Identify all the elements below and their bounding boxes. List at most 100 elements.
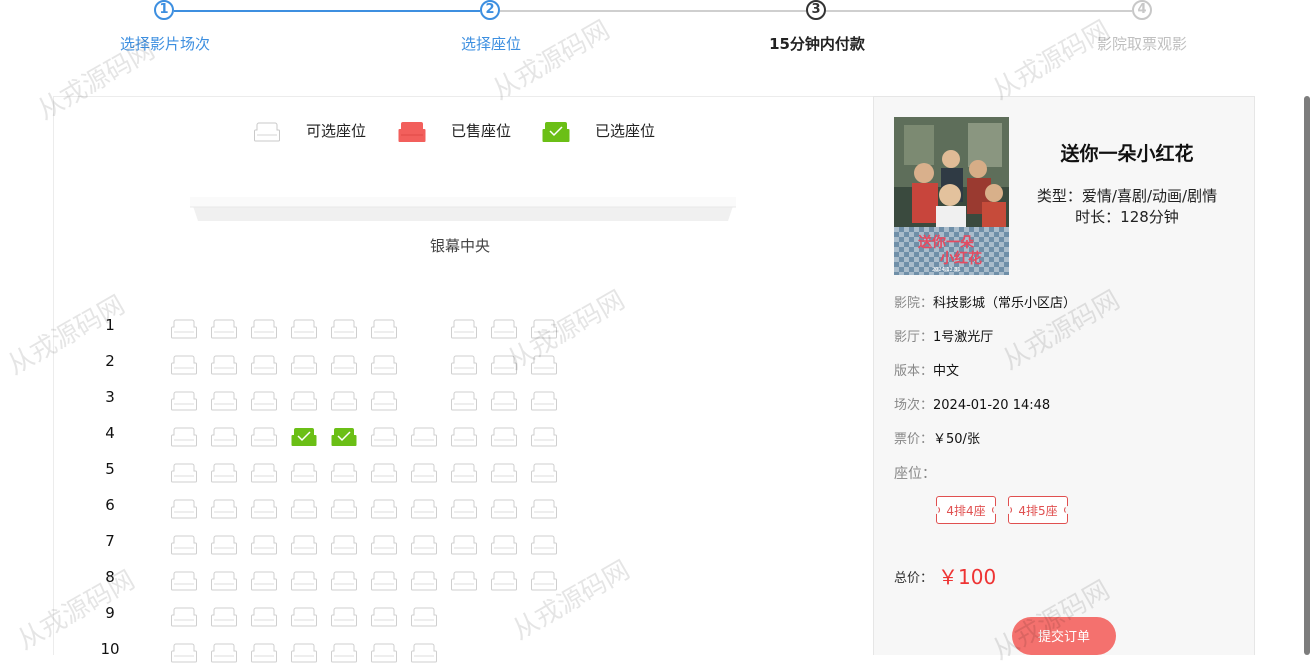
seat-available[interactable] xyxy=(411,606,437,628)
seat-available[interactable] xyxy=(371,534,397,556)
seat-available[interactable] xyxy=(411,534,437,556)
seat-available[interactable] xyxy=(171,606,197,628)
seat-available[interactable] xyxy=(491,570,517,592)
seat-available[interactable] xyxy=(451,534,477,556)
seat-available[interactable] xyxy=(331,498,357,520)
seat-available[interactable] xyxy=(491,498,517,520)
seat-available[interactable] xyxy=(291,534,317,556)
seat-available[interactable] xyxy=(171,642,197,664)
seat-available[interactable] xyxy=(491,390,517,412)
seat-available[interactable] xyxy=(251,462,277,484)
row-label: 8 xyxy=(105,568,115,586)
seat-available[interactable] xyxy=(211,390,237,412)
seat-available[interactable] xyxy=(531,498,557,520)
seat-available[interactable] xyxy=(251,570,277,592)
seat-available[interactable] xyxy=(331,390,357,412)
seat-available[interactable] xyxy=(331,462,357,484)
seat-available[interactable] xyxy=(411,462,437,484)
seat-available[interactable] xyxy=(491,318,517,340)
seat-available[interactable] xyxy=(531,462,557,484)
seat-available[interactable] xyxy=(451,426,477,448)
seat-available[interactable] xyxy=(211,642,237,664)
seat-available[interactable] xyxy=(451,570,477,592)
seat-available[interactable] xyxy=(411,570,437,592)
seat-available[interactable] xyxy=(491,462,517,484)
seat-available[interactable] xyxy=(171,498,197,520)
seat-available[interactable] xyxy=(411,498,437,520)
seat-available[interactable] xyxy=(531,318,557,340)
seat-available[interactable] xyxy=(531,354,557,376)
seat-available[interactable] xyxy=(171,426,197,448)
seat-available[interactable] xyxy=(531,426,557,448)
seat-available[interactable] xyxy=(291,462,317,484)
seat-available[interactable] xyxy=(291,498,317,520)
seat-available[interactable] xyxy=(371,318,397,340)
seat-available[interactable] xyxy=(371,390,397,412)
seat-available[interactable] xyxy=(171,570,197,592)
seat-available[interactable] xyxy=(211,426,237,448)
legend-selected: 已选座位 xyxy=(542,120,655,142)
seat-available[interactable] xyxy=(451,498,477,520)
seat-available[interactable] xyxy=(291,390,317,412)
seat-available[interactable] xyxy=(211,462,237,484)
seat-available[interactable] xyxy=(531,390,557,412)
scrollbar-thumb[interactable] xyxy=(1304,96,1310,655)
seat-available[interactable] xyxy=(451,318,477,340)
seat-available[interactable] xyxy=(251,534,277,556)
seat-available[interactable] xyxy=(531,534,557,556)
seat-available[interactable] xyxy=(491,354,517,376)
seat-available[interactable] xyxy=(411,426,437,448)
seat-available[interactable] xyxy=(411,642,437,664)
seat-available[interactable] xyxy=(331,642,357,664)
submit-order-button[interactable]: 提交订单 xyxy=(1012,617,1116,655)
seat-available[interactable] xyxy=(171,534,197,556)
seat-available[interactable] xyxy=(211,318,237,340)
seat-selected[interactable] xyxy=(331,426,357,448)
seat-available[interactable] xyxy=(251,354,277,376)
seat-available[interactable] xyxy=(291,354,317,376)
seat-available[interactable] xyxy=(171,354,197,376)
seat-available[interactable] xyxy=(371,354,397,376)
seat-available[interactable] xyxy=(331,318,357,340)
seat-available[interactable] xyxy=(251,318,277,340)
seat-available[interactable] xyxy=(371,498,397,520)
step-3-label: 15分钟内付款 xyxy=(769,35,865,53)
seat-available[interactable] xyxy=(331,534,357,556)
seat-available[interactable] xyxy=(291,606,317,628)
seat-available[interactable] xyxy=(251,390,277,412)
seat-available[interactable] xyxy=(371,570,397,592)
seat-available[interactable] xyxy=(531,570,557,592)
seat-available[interactable] xyxy=(451,462,477,484)
seat-available[interactable] xyxy=(211,354,237,376)
seat-available[interactable] xyxy=(371,462,397,484)
seat-available[interactable] xyxy=(331,606,357,628)
selected-seat-tag[interactable]: 4排4座 xyxy=(932,496,1000,524)
selected-seat-tag[interactable]: 4排5座 xyxy=(1004,496,1072,524)
seat-available[interactable] xyxy=(211,606,237,628)
seat-available[interactable] xyxy=(251,498,277,520)
movie-type: 类型：爱情/喜剧/动画/剧情 xyxy=(1036,187,1218,205)
seat-available[interactable] xyxy=(371,426,397,448)
seat-available[interactable] xyxy=(491,426,517,448)
seat-available[interactable] xyxy=(211,498,237,520)
seat-available[interactable] xyxy=(171,462,197,484)
seat-available[interactable] xyxy=(291,642,317,664)
seat-available[interactable] xyxy=(171,318,197,340)
seat-available[interactable] xyxy=(211,534,237,556)
seat-available[interactable] xyxy=(451,354,477,376)
seat-available[interactable] xyxy=(211,570,237,592)
seat-available[interactable] xyxy=(291,318,317,340)
seat-available[interactable] xyxy=(251,606,277,628)
seat-available[interactable] xyxy=(451,390,477,412)
seat-available[interactable] xyxy=(251,642,277,664)
seat-available[interactable] xyxy=(171,390,197,412)
seat-available[interactable] xyxy=(251,426,277,448)
seat-available[interactable] xyxy=(371,642,397,664)
seat-selected[interactable] xyxy=(291,426,317,448)
seat-available[interactable] xyxy=(291,570,317,592)
seat-available[interactable] xyxy=(331,354,357,376)
vertical-scrollbar[interactable] xyxy=(1303,96,1311,655)
seat-available[interactable] xyxy=(371,606,397,628)
seat-available[interactable] xyxy=(491,534,517,556)
seat-available[interactable] xyxy=(331,570,357,592)
